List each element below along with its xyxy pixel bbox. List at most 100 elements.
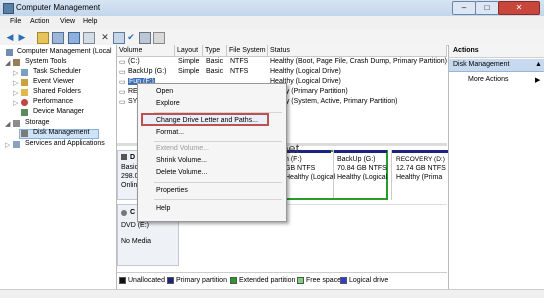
cdrom-status: No Media — [121, 238, 151, 245]
expand-arrow-icon[interactable]: ◢ — [5, 59, 10, 67]
tree-root[interactable]: Computer Management (Local — [17, 48, 112, 55]
drive-icon: ▭ — [119, 79, 126, 86]
menu-separator — [154, 141, 282, 142]
context-menu: Open Explore Change Drive Letter and Pat… — [137, 83, 287, 222]
volume-type: Basic — [206, 58, 224, 65]
up-folder-icon[interactable] — [37, 32, 49, 44]
volume-fs: NTFS — [230, 58, 249, 65]
task-scheduler-icon — [21, 69, 28, 76]
volume-status: Healthy (Logical Drive) — [270, 68, 341, 75]
window-title: Computer Management — [16, 3, 101, 12]
menu-extend-volume[interactable]: Extend Volume... — [156, 145, 209, 152]
menu-view[interactable]: View — [60, 18, 75, 25]
legend-extended: Extended partition — [239, 277, 296, 284]
view-icon[interactable] — [153, 32, 165, 44]
unallocated-swatch — [119, 277, 126, 284]
legend-primary: Primary partition — [176, 277, 227, 284]
services-icon — [13, 141, 20, 148]
actions-section: Disk Management — [453, 61, 510, 68]
volume-status: thy (System, Active, Primary Partition) — [280, 98, 398, 105]
tree-performance[interactable]: Performance — [33, 98, 73, 105]
partition-size: 70.84 GB NTFS — [337, 165, 387, 172]
tree-event-viewer[interactable]: Event Viewer — [33, 78, 74, 85]
properties-icon[interactable] — [83, 32, 95, 44]
close-button[interactable]: ✕ — [498, 1, 540, 15]
drive-icon: ▭ — [119, 89, 126, 96]
collapse-arrow-icon[interactable]: ▷ — [13, 89, 18, 97]
extended-swatch — [230, 277, 237, 284]
event-viewer-icon — [21, 79, 28, 86]
tree-device-manager[interactable]: Device Manager — [33, 108, 84, 115]
column-layout[interactable]: Layout — [175, 45, 203, 57]
menu-file[interactable]: File — [10, 18, 21, 25]
partition-block[interactable]: RECOVERY (D:) 12.74 GB NTFS Healthy (Pri… — [391, 150, 448, 200]
partition-size: 12.74 GB NTFS — [396, 165, 446, 172]
column-file-system[interactable]: File System — [227, 45, 268, 57]
expand-arrow-icon[interactable]: ◢ — [5, 120, 10, 128]
collapse-arrow-icon[interactable]: ▷ — [13, 79, 18, 87]
storage-icon — [13, 120, 20, 127]
menu-delete-volume[interactable]: Delete Volume... — [156, 169, 207, 176]
partition-title: BackUp (G:) — [337, 156, 376, 163]
volume-row[interactable]: ▭ (C:) Simple Basic NTFS Healthy (Boot, … — [117, 58, 447, 68]
partition-bar — [334, 150, 387, 153]
check-icon[interactable]: ✔ — [126, 32, 136, 42]
logical-drive-swatch — [340, 277, 347, 284]
disk-size: 298.0 — [121, 173, 139, 180]
cdrom-label: C — [130, 209, 136, 216]
menu-change-drive-letter[interactable]: Change Drive Letter and Paths... — [156, 117, 258, 124]
menu-bar: File Action View Help — [0, 16, 544, 30]
legend-logical: Logical drive — [349, 277, 389, 284]
maximize-button[interactable]: □ — [475, 1, 499, 15]
collapse-arrow-icon[interactable]: ▷ — [13, 99, 18, 107]
collapse-up-icon[interactable]: ▲ — [535, 61, 542, 68]
more-actions-arrow-icon[interactable]: ▶ — [535, 76, 540, 84]
column-volume[interactable]: Volume — [117, 45, 175, 57]
collapse-arrow-icon[interactable]: ▷ — [5, 141, 10, 149]
partition-block[interactable]: BackUp (G:) 70.84 GB NTFS Healthy (Logic… — [333, 150, 387, 198]
menu-explore[interactable]: Explore — [156, 100, 180, 107]
tree-system-tools[interactable]: System Tools — [25, 58, 67, 65]
minimize-button[interactable]: – — [452, 1, 476, 15]
cdrom-drive: DVD (E:) — [121, 222, 149, 229]
tree-disk-management[interactable]: Disk Management — [33, 129, 89, 136]
collapse-arrow-icon[interactable]: ▷ — [13, 69, 18, 77]
primary-swatch — [167, 277, 174, 284]
connect-icon[interactable] — [113, 32, 125, 44]
legend-free: Free space — [306, 277, 342, 284]
menu-help[interactable]: Help — [83, 18, 97, 25]
partition-status: Healthy (Logical — [337, 174, 388, 181]
menu-separator — [154, 182, 282, 183]
app-icon — [3, 3, 14, 14]
tree-task-scheduler[interactable]: Task Scheduler — [33, 68, 81, 75]
back-icon[interactable]: ◀ — [5, 32, 15, 42]
free-space-swatch — [297, 277, 304, 284]
delete-icon[interactable]: ✕ — [100, 32, 110, 42]
menu-format[interactable]: Format... — [156, 129, 184, 136]
cdrom-icon — [121, 210, 127, 216]
menu-action[interactable]: Action — [30, 18, 49, 25]
console-tree-icon[interactable] — [52, 32, 64, 44]
partition-title: RECOVERY (D:) — [396, 156, 445, 163]
menu-properties[interactable]: Properties — [156, 187, 188, 194]
menu-shrink-volume[interactable]: Shrink Volume... — [156, 157, 207, 164]
volume-row[interactable]: ▭ BackUp (G:) Simple Basic NTFS Healthy … — [117, 68, 447, 78]
menu-help[interactable]: Help — [156, 205, 170, 212]
drive-icon: ▭ — [119, 59, 126, 66]
column-type[interactable]: Type — [203, 45, 227, 57]
actions-pane: Actions Disk Management ▲ More Actions ▶ — [448, 45, 544, 289]
rescan-icon[interactable] — [139, 32, 151, 44]
volume-name: (C:) — [128, 58, 140, 65]
device-manager-icon — [21, 109, 28, 116]
volume-type: Basic — [206, 68, 224, 75]
column-status[interactable]: Status — [268, 45, 447, 57]
partition-title[interactable]: n (F:) — [285, 156, 332, 163]
more-actions-link[interactable]: More Actions — [468, 76, 508, 83]
tree-storage[interactable]: Storage — [25, 119, 50, 126]
partition-status: Healthy (Prima — [396, 174, 443, 181]
tree-services[interactable]: Services and Applications — [25, 140, 105, 147]
help-icon[interactable] — [68, 32, 80, 44]
tree-shared-folders[interactable]: Shared Folders — [33, 88, 81, 95]
forward-icon[interactable]: ▶ — [17, 32, 27, 42]
menu-open[interactable]: Open — [156, 88, 173, 95]
